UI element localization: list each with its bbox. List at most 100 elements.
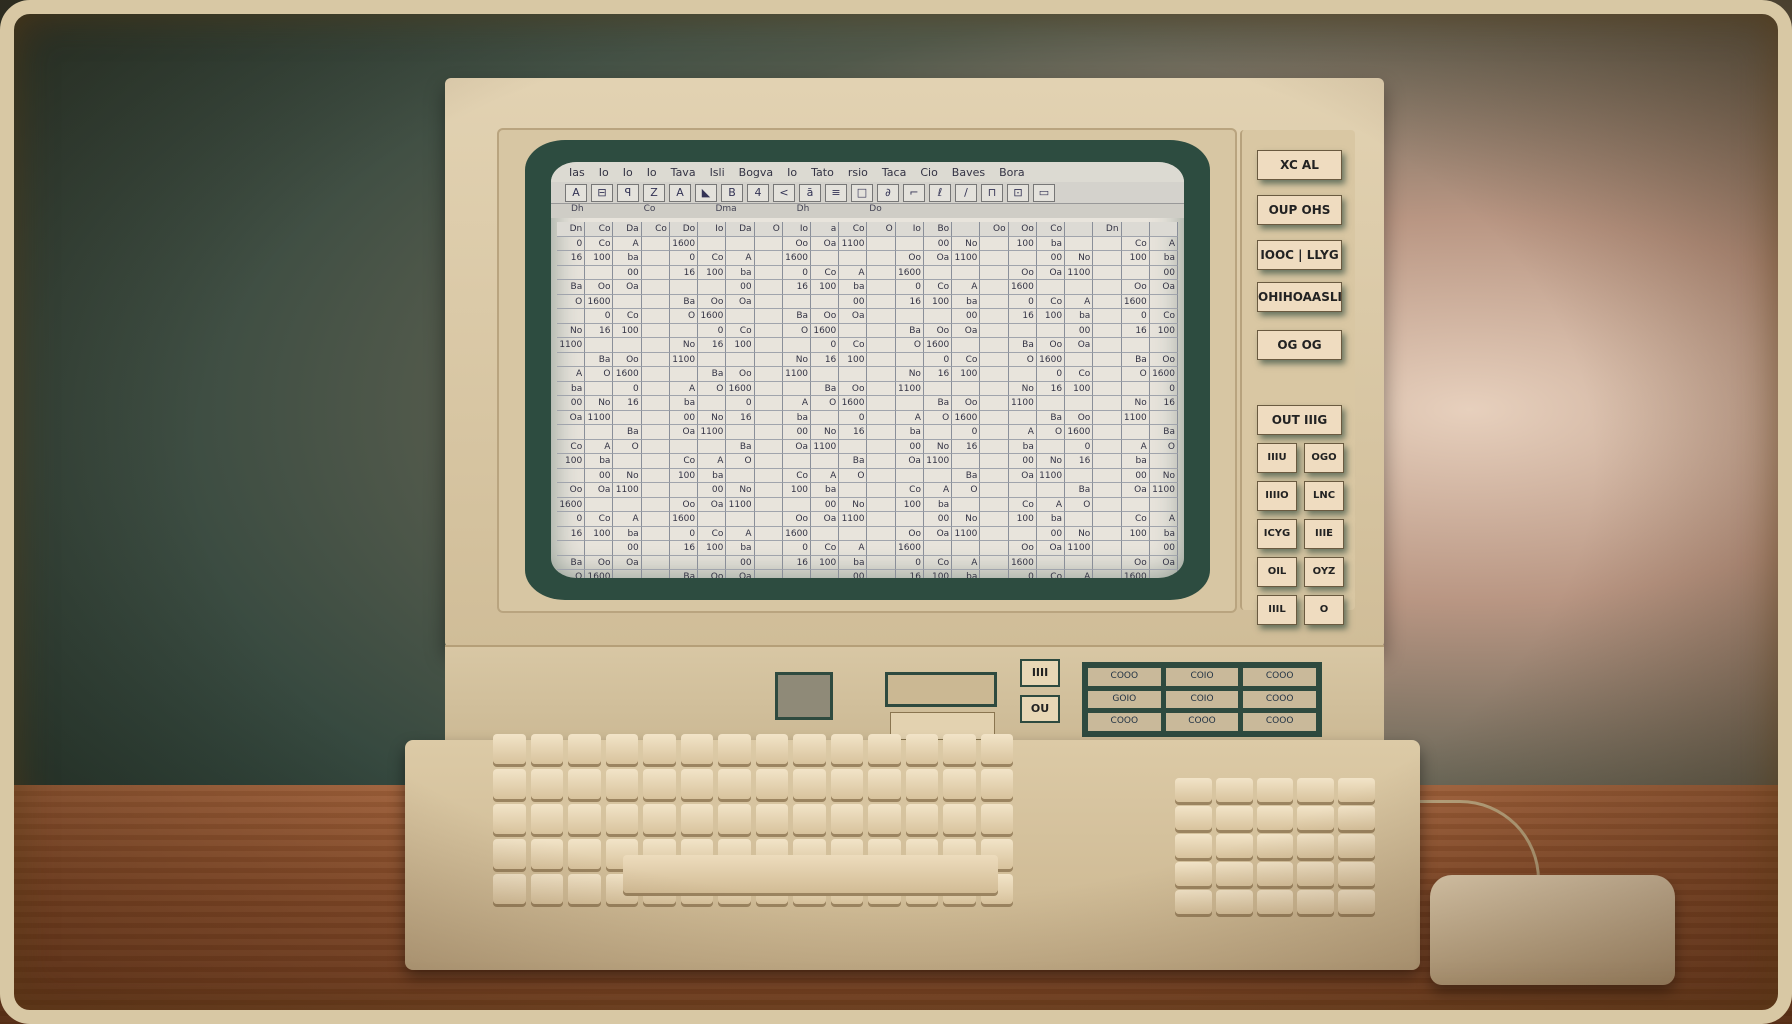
bank-button[interactable]: COOO — [1243, 713, 1316, 731]
grid-cell[interactable] — [839, 439, 868, 454]
numpad-key[interactable] — [1215, 890, 1253, 914]
grid-cell[interactable]: 16 — [1149, 396, 1178, 411]
grid-cell[interactable]: Oa — [1036, 541, 1066, 556]
grid-cell[interactable] — [980, 526, 1009, 541]
grid-cell[interactable]: 0 — [669, 526, 699, 541]
grid-cell[interactable]: 100 — [1149, 323, 1178, 338]
grid-cell[interactable]: 100 — [726, 338, 755, 353]
grid-cell[interactable] — [867, 396, 896, 411]
grid-cell[interactable] — [1093, 483, 1122, 498]
grid-cell[interactable] — [1093, 352, 1122, 367]
grid-cell[interactable] — [980, 483, 1009, 498]
key[interactable] — [905, 804, 938, 834]
bank-button[interactable]: COIO — [1165, 690, 1239, 709]
grid-cell[interactable]: Oo — [557, 483, 586, 498]
grid-cell[interactable] — [895, 468, 924, 483]
grid-cell[interactable] — [980, 512, 1009, 527]
grid-cell[interactable]: Oa — [811, 512, 840, 527]
grid-cell[interactable]: O — [726, 454, 755, 469]
grid-cell[interactable]: Co — [698, 251, 727, 266]
grid-cell[interactable]: ba — [613, 251, 642, 266]
grid-cell[interactable] — [980, 410, 1009, 425]
grid-cell[interactable]: 1600 — [1008, 555, 1037, 570]
grid-cell[interactable]: O — [669, 309, 699, 324]
grid-cell[interactable]: A — [1121, 439, 1150, 454]
key[interactable] — [605, 734, 638, 764]
grid-cell[interactable] — [1093, 497, 1122, 512]
grid-cell[interactable]: Oo — [585, 555, 614, 570]
grid-cell[interactable] — [1008, 251, 1037, 266]
grid-cell[interactable]: 00 — [1036, 251, 1066, 266]
grid-cell[interactable]: 1600 — [1121, 294, 1150, 309]
header-cell[interactable] — [1149, 222, 1178, 237]
menu-item[interactable]: Cio — [920, 166, 937, 179]
numpad-key[interactable] — [1297, 862, 1335, 886]
grid-cell[interactable] — [839, 251, 868, 266]
grid-cell[interactable]: Ba — [1121, 352, 1150, 367]
grid-cell[interactable] — [726, 352, 755, 367]
grid-cell[interactable]: ba — [1036, 236, 1066, 251]
grid-cell[interactable] — [754, 309, 783, 324]
grid-cell[interactable] — [867, 280, 896, 295]
grid-cell[interactable]: 1600 — [698, 309, 727, 324]
numpad-key[interactable] — [1338, 834, 1375, 858]
toolbar-button[interactable]: ā — [799, 183, 821, 202]
bank-button[interactable]: COOO — [1088, 713, 1161, 731]
bank-button[interactable]: COOO — [1243, 668, 1316, 686]
grid-cell[interactable] — [1149, 410, 1178, 425]
grid-cell[interactable]: 00 — [613, 265, 642, 280]
toolbar-button[interactable]: □ — [851, 183, 873, 202]
grid-cell[interactable]: Oo — [669, 497, 699, 512]
grid-cell[interactable]: A — [1149, 236, 1178, 251]
grid-cell[interactable]: Co — [811, 541, 840, 556]
numpad-key[interactable] — [1175, 778, 1212, 802]
key[interactable] — [868, 734, 901, 764]
numpad-key[interactable] — [1175, 890, 1212, 914]
bank-button[interactable]: COIO — [1165, 668, 1239, 686]
grid-cell[interactable]: No — [1036, 454, 1066, 469]
key[interactable] — [793, 804, 826, 834]
grid-cell[interactable] — [1093, 541, 1122, 556]
grid-cell[interactable]: A — [726, 251, 755, 266]
grid-cell[interactable]: No — [923, 439, 953, 454]
grid-cell[interactable]: A — [613, 236, 642, 251]
grid-cell[interactable]: O — [557, 294, 586, 309]
grid-cell[interactable] — [641, 454, 670, 469]
grid-cell[interactable] — [726, 236, 755, 251]
header-cell[interactable]: Da — [613, 222, 642, 237]
grid-cell[interactable] — [1121, 381, 1150, 396]
grid-cell[interactable]: 0 — [1008, 294, 1037, 309]
grid-cell[interactable]: 100 — [1121, 526, 1150, 541]
key[interactable] — [680, 804, 713, 834]
grid-cell[interactable]: A — [1036, 497, 1066, 512]
key[interactable] — [980, 804, 1013, 834]
grid-cell[interactable] — [641, 497, 670, 512]
grid-cell[interactable]: Ba — [839, 454, 868, 469]
grid-cell[interactable] — [867, 555, 896, 570]
grid-cell[interactable] — [839, 526, 868, 541]
numpad-key[interactable] — [1175, 834, 1212, 858]
side-button[interactable]: IIIIO — [1257, 481, 1297, 511]
grid-cell[interactable] — [754, 439, 783, 454]
grid-cell[interactable]: 0 — [726, 396, 755, 411]
grid-cell[interactable] — [839, 367, 868, 382]
grid-cell[interactable] — [641, 265, 670, 280]
grid-cell[interactable]: Oo — [698, 294, 727, 309]
grid-cell[interactable] — [641, 236, 670, 251]
grid-cell[interactable]: 1600 — [839, 396, 868, 411]
grid-cell[interactable] — [557, 265, 586, 280]
header-cell[interactable]: Oo — [980, 222, 1009, 237]
grid-cell[interactable]: 1100 — [895, 381, 924, 396]
grid-cell[interactable] — [698, 439, 727, 454]
grid-cell[interactable] — [754, 497, 783, 512]
grid-cell[interactable] — [754, 338, 783, 353]
grid-cell[interactable]: 0 — [923, 352, 953, 367]
grid-cell[interactable] — [867, 265, 896, 280]
grid-cell[interactable]: ba — [698, 468, 727, 483]
grid-cell[interactable]: No — [952, 236, 981, 251]
header-cell[interactable]: Io — [698, 222, 727, 237]
key[interactable] — [755, 734, 788, 764]
toolbar-button[interactable]: Z — [643, 183, 665, 202]
key[interactable] — [493, 734, 526, 764]
key[interactable] — [643, 734, 676, 764]
